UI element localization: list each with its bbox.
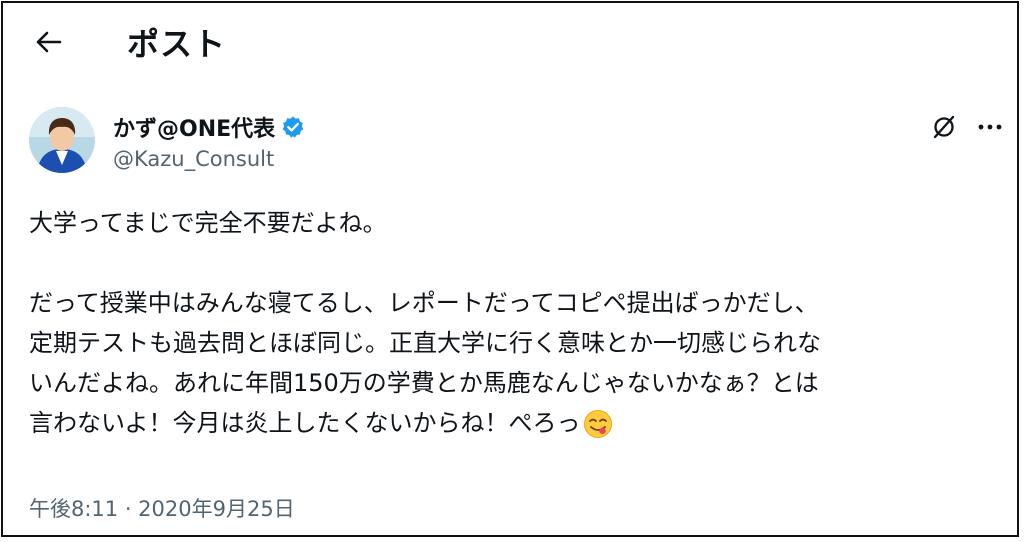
post-card: ポスト かず@ONE代表 @Kazu_Consult 大学ってまじで完全不要だよ… (1, 1, 1019, 537)
tweet-line: 言わないよ！今月は炎上したくないからね！ぺろっ (29, 403, 999, 451)
grok-icon (933, 115, 955, 139)
author-name-row: かず@ONE代表 (113, 111, 305, 143)
back-button[interactable] (29, 25, 69, 59)
face-savoring-food-emoji-icon (583, 409, 613, 451)
verified-badge-icon (281, 115, 305, 139)
more-button[interactable] (973, 112, 1007, 142)
author-handle[interactable]: @Kazu_Consult (113, 147, 274, 171)
post-timestamp[interactable]: 午後8:11 · 2020年9月25日 (29, 493, 295, 523)
header: ポスト (3, 3, 1017, 83)
tweet-paragraph: 大学ってまじで完全不要だよね。 (29, 209, 387, 237)
tweet-line-text: 言わないよ！今月は炎上したくないからね！ぺろっ (29, 409, 581, 437)
more-dots-icon (978, 124, 1002, 130)
grok-button[interactable] (929, 112, 959, 142)
arrow-left-icon (36, 31, 62, 53)
page-title: ポスト (127, 25, 227, 63)
author-display-name[interactable]: かず@ONE代表 (113, 111, 275, 143)
tweet-line: いんだよね。あれに年間150万の学費とか馬鹿なんじゃないかなぁ？とは (29, 369, 819, 397)
tweet-line: 定期テストも過去問とほぼ同じ。正直大学に行く意味とか一切感じられな (29, 329, 821, 357)
tweet-text: 大学ってまじで完全不要だよね。 だって授業中はみんな寝てるし、レポートだってコピ… (29, 203, 999, 451)
avatar[interactable] (29, 107, 95, 173)
tweet-line: だって授業中はみんな寝てるし、レポートだってコピペ提出ばっかだし、 (29, 289, 819, 317)
